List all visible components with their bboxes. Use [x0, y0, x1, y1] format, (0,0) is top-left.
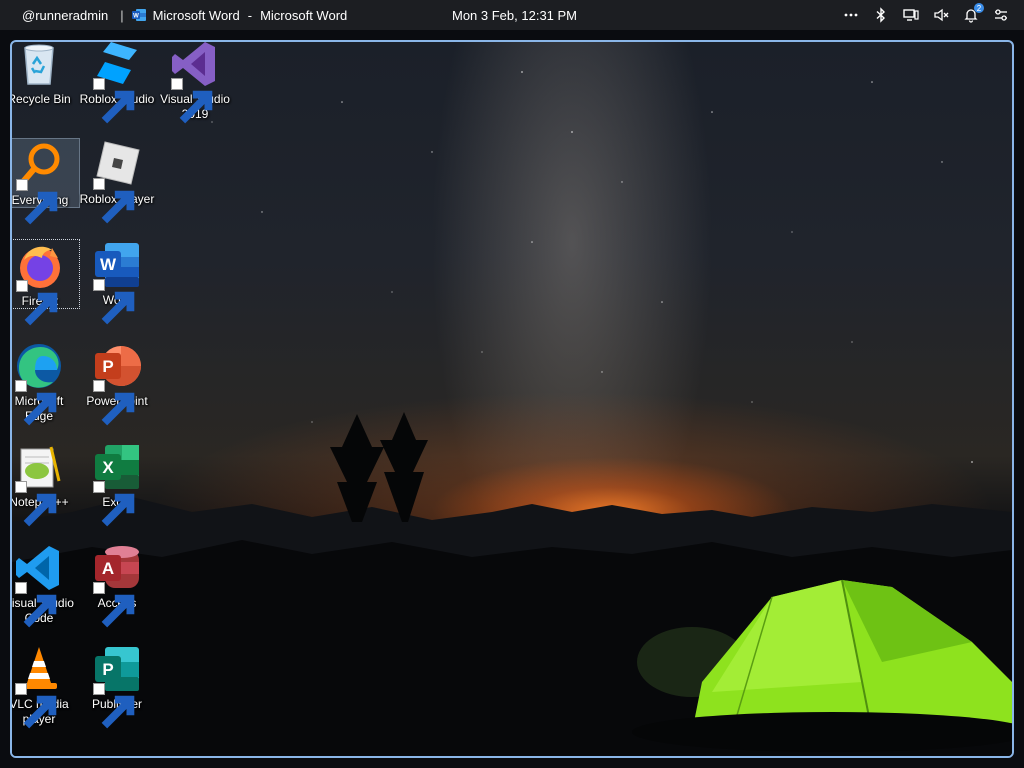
bluetooth-icon[interactable] [872, 6, 890, 24]
desktop-icon-firefox[interactable]: Firefox [12, 239, 80, 326]
desktop[interactable]: Recycle Bin Everything Firefox Microsoft… [10, 40, 1014, 758]
desktop-icon-everything[interactable]: Everything [12, 138, 80, 225]
shortcut-arrow-icon [171, 78, 213, 124]
display-icon[interactable] [902, 6, 920, 24]
svg-text:W: W [133, 14, 139, 20]
desktop-icon-publisher[interactable]: P Publisher [78, 643, 156, 729]
shortcut-arrow-icon [93, 78, 135, 124]
desktop-icon-vlc-media-player[interactable]: VLC media player [12, 643, 78, 729]
shortcut-arrow-icon [93, 380, 135, 426]
top-bar: @runneradmin | W Microsoft Word - Micros… [0, 0, 1024, 30]
shortcut-arrow-icon [16, 179, 58, 225]
desktop-icon-excel[interactable]: X Excel [78, 441, 156, 527]
desktop-icon-notepad-plus-plus[interactable]: Notepad++ [12, 441, 78, 527]
svg-text:A: A [102, 559, 114, 578]
user-name[interactable]: @runneradmin [22, 8, 108, 23]
shortcut-arrow-icon [93, 279, 135, 325]
shortcut-arrow-icon [15, 481, 57, 527]
active-window-title[interactable]: Microsoft Word [260, 8, 347, 23]
shortcut-arrow-icon [16, 280, 58, 326]
clock[interactable]: Mon 3 Feb, 12:31 PM [452, 0, 577, 30]
title-separator: | [120, 7, 124, 23]
desktop-icon-word[interactable]: W Word [78, 239, 156, 325]
wallpaper-landscape [12, 71, 1012, 756]
notification-count-badge: 2 [974, 3, 984, 13]
settings-sliders-icon[interactable] [992, 6, 1010, 24]
svg-text:W: W [100, 255, 117, 274]
desktop-icon-visual-studio-2019[interactable]: Visual Studio 2019 [156, 42, 234, 124]
desktop-icon-access[interactable]: A Access [78, 542, 156, 628]
datetime-text: Mon 3 Feb, 12:31 PM [452, 7, 578, 23]
word-app-icon: W [131, 8, 146, 22]
more-icon[interactable] [842, 6, 860, 24]
system-tray: 2 [842, 0, 1010, 30]
active-app-title[interactable]: Microsoft Word [153, 8, 240, 23]
svg-text:P: P [102, 357, 113, 376]
shortcut-arrow-icon [15, 683, 57, 729]
desktop-icon-visual-studio-code[interactable]: Visual Studio Code [12, 542, 78, 628]
title-dash: - [247, 7, 253, 23]
desktop-icon-roblox-studio[interactable]: Roblox Studio [78, 42, 156, 124]
volume-muted-icon[interactable] [932, 6, 950, 24]
recycle-bin-icon [24, 44, 54, 85]
shortcut-arrow-icon [93, 683, 135, 729]
shortcut-arrow-icon [15, 582, 57, 628]
notification-bell-icon[interactable]: 2 [962, 3, 984, 24]
desktop-icon-powerpoint[interactable]: P PowerPoint [78, 340, 156, 426]
desktop-icon-recycle-bin[interactable]: Recycle Bin [10, 42, 78, 107]
shortcut-arrow-icon [93, 582, 135, 628]
desktop-icon-microsoft-edge[interactable]: Microsoft Edge [12, 340, 78, 426]
shortcut-arrow-icon [93, 178, 135, 224]
top-bar-left: @runneradmin | W Microsoft Word - Micros… [22, 0, 347, 30]
desktop-icon-label: Recycle Bin [10, 92, 71, 106]
desktop-icon-roblox-player[interactable]: Roblox Player [78, 138, 156, 224]
shortcut-arrow-icon [15, 380, 57, 426]
svg-text:X: X [102, 458, 114, 477]
shortcut-arrow-icon [93, 481, 135, 527]
svg-text:P: P [102, 660, 113, 679]
